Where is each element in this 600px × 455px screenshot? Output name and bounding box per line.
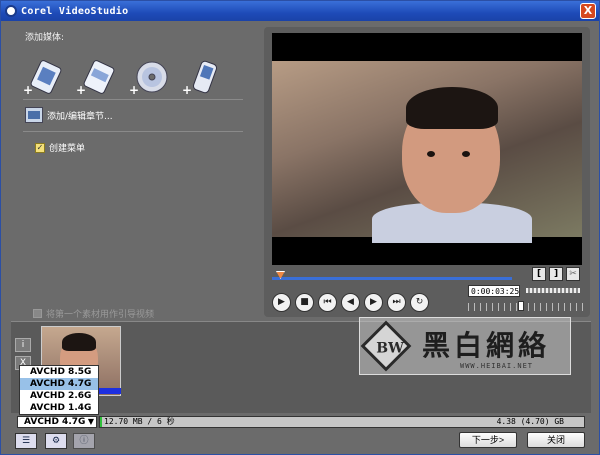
disc-used-text: 12.70 MB / 6 秒: [104, 417, 175, 426]
settings-options-icon[interactable]: ☰: [15, 433, 37, 449]
plus-icon: +: [182, 83, 193, 97]
timecode-display[interactable]: 0:00:03:25: [468, 285, 520, 297]
divider: [23, 99, 243, 100]
media-buttons: + + + +: [23, 57, 222, 97]
disc-type-dropdown-list: AVCHD 8.5G AVCHD 4.7G AVCHD 2.6G AVCHD 1…: [19, 365, 99, 415]
mark-in-button[interactable]: [: [532, 267, 546, 281]
repeat-button[interactable]: ↻: [410, 293, 429, 312]
close-button[interactable]: 关闭: [527, 432, 585, 448]
info-button[interactable]: i: [15, 338, 31, 352]
window-title: Corel VideoStudio: [21, 5, 129, 17]
watermark-logo: BW: [360, 320, 412, 372]
scissors-icon[interactable]: ✂: [566, 267, 580, 281]
disc-info-icon: ⓘ: [73, 433, 95, 449]
watermark-url: WWW.HEIBAI.NET: [460, 362, 534, 370]
disc-type-select[interactable]: AVCHD 4.7G ▼: [17, 416, 97, 428]
chevron-down-icon: ▼: [87, 417, 94, 426]
disc-capacity-row: AVCHD 4.7G ▼ 12.70 MB / 6 秒 4.38 (4.70) …: [17, 416, 585, 428]
intro-video-label: 将第一个素材用作引导视频: [46, 310, 155, 320]
add-video-button[interactable]: +: [23, 57, 63, 97]
intro-video-checkbox: [33, 309, 42, 318]
add-media-label: 添加媒体:: [25, 33, 65, 43]
plus-icon: +: [23, 83, 34, 97]
title-bar: Corel VideoStudio X: [1, 1, 599, 21]
add-media-panel: 添加媒体: + + + + 添加/编辑章节... ✓ 创建菜单: [19, 27, 245, 307]
end-button[interactable]: ⏭: [387, 293, 406, 312]
chapter-film-icon: [25, 107, 43, 123]
app-window: Corel VideoStudio X 添加媒体: + + + + 添加/编辑章…: [0, 0, 600, 455]
add-device-button[interactable]: +: [182, 57, 222, 97]
add-chapter-label: 添加/编辑章节...: [47, 111, 113, 122]
zoom-knob[interactable]: [518, 301, 524, 311]
video-subject-eye: [462, 151, 470, 157]
disc-type-value: AVCHD 4.7G: [24, 417, 86, 427]
add-vsp-project-button[interactable]: +: [76, 57, 116, 97]
watermark-mark: BW: [376, 340, 404, 357]
plus-icon: +: [129, 83, 140, 97]
watermark: BW 黑白網絡 WWW.HEIBAI.NET: [359, 317, 571, 375]
home-button[interactable]: ⏮: [318, 293, 337, 312]
add-chapter-button[interactable]: 添加/编辑章节...: [25, 107, 113, 123]
disc-option-selected[interactable]: AVCHD 4.7G: [20, 378, 98, 390]
stop-button[interactable]: ■: [295, 293, 314, 312]
footer-bar: ☰ ⚙ ⓘ 下一步> 关闭: [11, 431, 591, 451]
divider: [23, 131, 243, 132]
video-subject-hair: [406, 87, 498, 129]
next-frame-button[interactable]: ▶: [364, 293, 383, 312]
disc-usage-bar: 12.70 MB / 6 秒 4.38 (4.70) GB: [99, 416, 585, 428]
timeline-scrubber[interactable]: [272, 271, 522, 283]
play-button[interactable]: ▶: [272, 293, 291, 312]
video-subject-eye: [427, 151, 435, 157]
disc-option[interactable]: AVCHD 2.6G: [20, 390, 98, 402]
video-preview: [272, 33, 582, 265]
previous-frame-button[interactable]: ◀: [341, 293, 360, 312]
zoom-ruler[interactable]: [468, 301, 584, 311]
plus-icon: +: [76, 83, 87, 97]
intro-video-option: 将第一个素材用作引导视频: [33, 307, 154, 320]
add-disc-button[interactable]: +: [129, 57, 169, 97]
disc-option[interactable]: AVCHD 8.5G: [20, 366, 98, 378]
next-button[interactable]: 下一步>: [459, 432, 517, 448]
disc-option[interactable]: AVCHD 1.4G: [20, 402, 98, 414]
thumb-hair: [62, 333, 96, 351]
disc-usage-fill: [100, 417, 102, 427]
corel-app-icon: [5, 5, 17, 17]
preview-panel: [ ] ✂ ▶ ■ ⏮ ◀ ▶ ⏭ ↻ 0:00:03:25: [264, 27, 590, 317]
trim-buttons: [ ] ✂: [532, 267, 580, 281]
create-menu-option[interactable]: ✓ 创建菜单: [35, 141, 85, 154]
create-menu-label: 创建菜单: [49, 144, 86, 154]
project-settings-icon[interactable]: ⚙: [45, 433, 67, 449]
scrubber-track[interactable]: [272, 277, 512, 280]
create-menu-checkbox[interactable]: ✓: [35, 142, 45, 153]
volume-slider[interactable]: [526, 288, 580, 293]
disc-capacity-text: 4.38 (4.70) GB: [496, 417, 564, 426]
close-window-button[interactable]: X: [580, 3, 596, 19]
mark-out-button[interactable]: ]: [549, 267, 563, 281]
watermark-text: 黑白網絡: [422, 329, 551, 362]
playback-controls: ▶ ■ ⏮ ◀ ▶ ⏭ ↻: [272, 293, 429, 312]
